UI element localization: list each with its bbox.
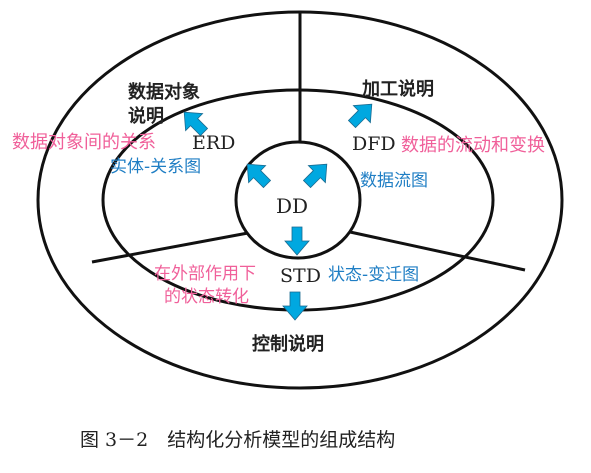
std-label: STD bbox=[280, 265, 321, 287]
dfd-outer-label: 加工说明 bbox=[361, 78, 434, 100]
dfd-annotation: 数据的流动和变换 bbox=[401, 135, 545, 156]
arrow-erd-inner bbox=[238, 155, 276, 193]
std-annotation-2: 的状态转化 bbox=[164, 287, 249, 307]
arrow-std-inner bbox=[284, 226, 310, 256]
dfd-name: 数据流图 bbox=[360, 171, 428, 191]
arrow-dfd-inner bbox=[298, 155, 336, 193]
erd-name: 实体-关系图 bbox=[110, 157, 201, 177]
erd-annotation: 数据对象间的关系 bbox=[12, 132, 156, 153]
dfd-label: DFD bbox=[352, 133, 396, 155]
erd-label: ERD bbox=[192, 132, 235, 154]
arrow-std-outer bbox=[282, 291, 308, 321]
model-diagram: DD ERD DFD STD 数据对象 说明 加工说明 控制说明 数据对象间的关… bbox=[12, 10, 564, 451]
std-outer-label: 控制说明 bbox=[252, 333, 324, 355]
diagram: DD ERD DFD STD 数据对象 说明 加工说明 控制说明 数据对象间的关… bbox=[0, 0, 591, 473]
arrow-dfd-outer bbox=[343, 95, 381, 133]
erd-outer-label-1: 数据对象 bbox=[128, 81, 200, 103]
std-name: 状态-变迁图 bbox=[328, 265, 419, 285]
figure-caption: 图 3－2 结构化分析模型的组成结构 bbox=[80, 429, 395, 451]
center-label: DD bbox=[276, 194, 308, 218]
erd-outer-label-2: 说明 bbox=[128, 105, 164, 127]
std-annotation-1: 在外部作用下 bbox=[154, 264, 256, 284]
